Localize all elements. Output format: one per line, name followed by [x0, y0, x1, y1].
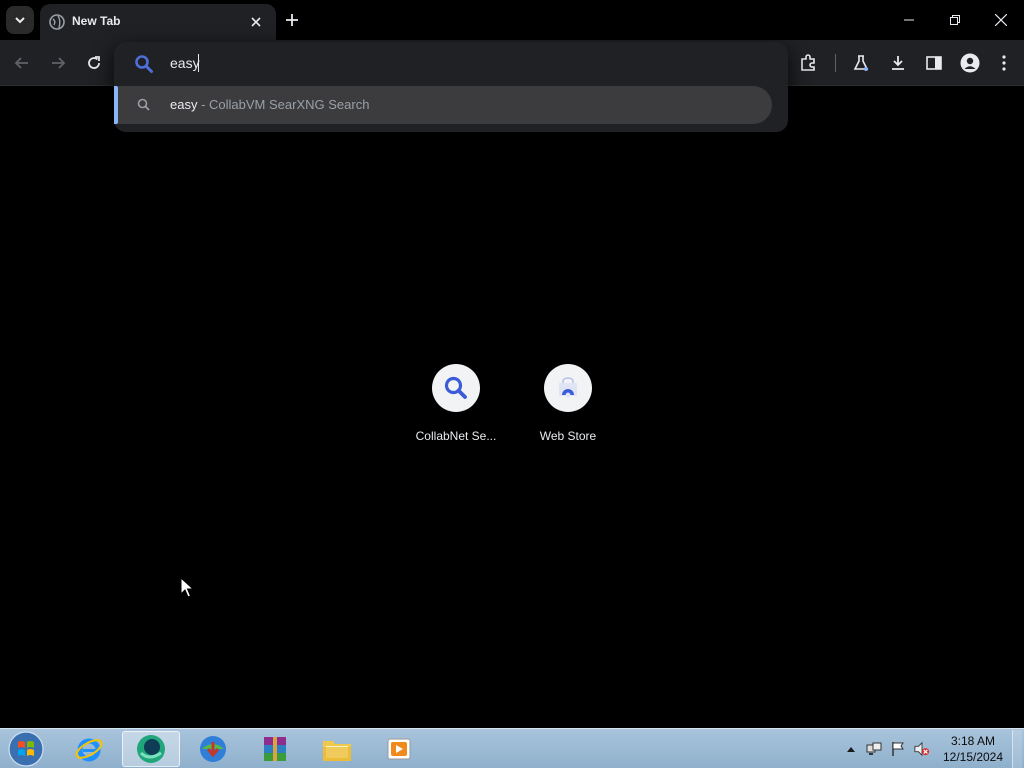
avatar-icon: [960, 53, 980, 73]
shortcut-label: CollabNet Se...: [415, 429, 497, 443]
tab-search-button[interactable]: [6, 6, 34, 34]
winrar-icon: [264, 737, 286, 761]
shortcut-collabnet-search[interactable]: CollabNet Se...: [400, 364, 512, 454]
web-store-icon: [559, 377, 577, 398]
restore-button[interactable]: [932, 0, 978, 40]
toolbar-separator: [835, 54, 836, 72]
close-window-button[interactable]: [978, 0, 1024, 40]
new-tab-button[interactable]: [280, 8, 304, 32]
shortcut-icon-circle: [544, 364, 592, 412]
restore-icon: [950, 15, 960, 25]
tab-new-tab[interactable]: New Tab: [40, 4, 276, 40]
reload-icon: [88, 56, 100, 69]
browser-icon: [137, 735, 165, 763]
tab-title: New Tab: [72, 14, 121, 28]
puzzle-icon: [801, 54, 815, 71]
suggestion-separator: -: [197, 97, 210, 112]
extensions-button[interactable]: [794, 49, 822, 77]
taskbar-clock[interactable]: 3:18 AM 12/15/2024: [938, 733, 1008, 765]
ie-icon: [75, 738, 103, 762]
reload-button[interactable]: [80, 49, 108, 77]
plus-icon: [286, 14, 298, 26]
omnibox-popup: easy - CollabVM SearXNG Search: [114, 42, 788, 132]
flask-icon: [853, 55, 869, 71]
volume-muted-icon: [914, 741, 930, 757]
taskbar: 3:18 AM 12/15/2024: [0, 728, 1024, 768]
action-center-tray-icon[interactable]: [890, 741, 906, 757]
downloads-button[interactable]: [884, 49, 912, 77]
forward-button[interactable]: [44, 49, 72, 77]
minimize-button[interactable]: [886, 0, 932, 40]
suggestion-query: easy: [170, 97, 198, 112]
search-icon: [135, 55, 153, 73]
network-icon: [866, 742, 882, 755]
suggestion-selected-indicator: [114, 86, 118, 124]
start-button[interactable]: [6, 730, 46, 768]
shortcut-label: Web Store: [539, 429, 597, 443]
show-hidden-icons-button[interactable]: [843, 741, 859, 757]
search-icon: [444, 376, 467, 399]
clock-time: 3:18 AM: [950, 734, 996, 748]
close-icon: [995, 14, 1007, 26]
chevron-down-icon: [15, 17, 25, 24]
side-panel-icon: [926, 56, 942, 70]
omnibox-input[interactable]: [170, 52, 730, 74]
side-panel-button[interactable]: [920, 49, 948, 77]
taskbar-winrar[interactable]: [246, 731, 304, 767]
menu-button[interactable]: [990, 49, 1018, 77]
windows-logo-icon: [8, 731, 44, 767]
tab-close-button[interactable]: [246, 12, 266, 32]
shortcut-web-store[interactable]: Web Store: [512, 364, 624, 454]
idm-icon: [200, 736, 226, 762]
folder-icon: [323, 741, 351, 761]
flag-icon: [892, 742, 904, 756]
show-desktop-button[interactable]: [1012, 730, 1022, 768]
suggestion-engine: CollabVM SearXNG Search: [209, 97, 370, 112]
close-icon: [251, 17, 261, 27]
taskbar-internet-explorer[interactable]: [60, 731, 118, 767]
clock-date: 12/15/2024: [942, 750, 1004, 764]
volume-tray-icon[interactable]: [914, 741, 930, 757]
media-player-icon: [387, 738, 411, 760]
tab-strip: New Tab: [0, 0, 1024, 40]
taskbar-browser[interactable]: [122, 731, 180, 767]
download-icon: [892, 56, 904, 70]
browser-window: New Tab easy easy - CollabVM SearXNG Sea…: [0, 0, 1024, 728]
taskbar-media-player[interactable]: [370, 731, 428, 767]
arrow-left-icon: [14, 57, 28, 69]
shortcut-icon-circle: [432, 364, 480, 412]
text-caret: [198, 54, 199, 72]
omnibox-suggestion[interactable]: easy - CollabVM SearXNG Search: [114, 86, 772, 124]
arrow-right-icon: [52, 57, 66, 69]
back-button[interactable]: [8, 49, 36, 77]
profile-button[interactable]: [956, 49, 984, 77]
chevron-up-icon: [847, 747, 855, 752]
suggestion-text: easy - CollabVM SearXNG Search: [170, 97, 369, 112]
more-vert-icon: [1002, 55, 1006, 71]
network-tray-icon[interactable]: [866, 741, 882, 757]
search-icon: [137, 98, 150, 111]
minimize-icon: [904, 19, 914, 21]
labs-button[interactable]: [847, 49, 875, 77]
taskbar-file-explorer[interactable]: [308, 731, 366, 767]
taskbar-internet-download-manager[interactable]: [184, 731, 242, 767]
globe-icon: [49, 14, 65, 30]
mouse-pointer-icon: [180, 577, 194, 598]
